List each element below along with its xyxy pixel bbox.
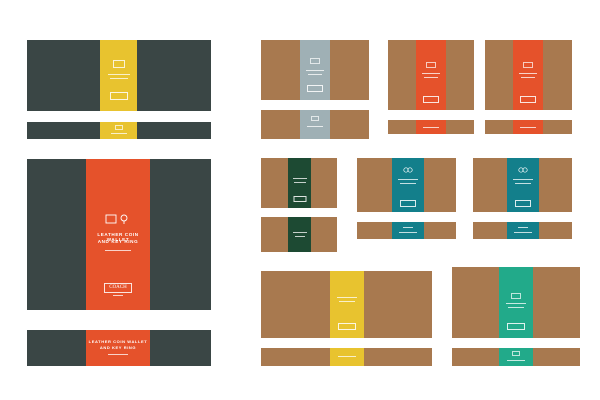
yellow-band xyxy=(330,348,364,366)
slate-lid-yellow xyxy=(27,122,211,139)
darkgreen-band xyxy=(288,217,311,252)
kraft-lid-teal-a xyxy=(357,222,456,239)
keyring-icon xyxy=(518,167,528,173)
greyblue-band xyxy=(300,40,330,100)
orange-band xyxy=(416,40,446,110)
kraft-box-teal-a xyxy=(357,158,456,212)
orange-band xyxy=(513,120,543,134)
orange-band xyxy=(513,40,543,110)
teal-band xyxy=(392,222,424,239)
slate-lid-orange-featured: LEATHER COIN WALLET AND KEY RING xyxy=(27,330,211,366)
kraft-lid-greyblue xyxy=(261,110,369,139)
greyblue-band xyxy=(300,110,330,139)
orange-band: LEATHER COIN WALLET AND KEY RING xyxy=(86,330,150,366)
slate-box-orange-featured: LEATHER COIN WALLET AND KEY RING COACH xyxy=(27,159,211,310)
coach-logo-small xyxy=(507,323,525,330)
coach-logo-small xyxy=(293,196,306,202)
kraft-lid-yellow xyxy=(261,348,432,366)
coach-logo: COACH xyxy=(104,283,132,293)
coach-logo-small xyxy=(520,96,536,103)
kraft-box-greyblue xyxy=(261,40,369,100)
product-icon xyxy=(311,116,319,121)
coach-logo-small xyxy=(307,85,323,92)
coach-logo-small xyxy=(400,200,416,207)
coach-logo-small xyxy=(515,200,531,207)
product-icon xyxy=(511,293,521,299)
kraft-box-teal-b xyxy=(473,158,572,212)
kraft-box-orange-b xyxy=(485,40,572,110)
kraft-lid-orange-a xyxy=(388,120,474,134)
kraft-box-darkgreen xyxy=(261,158,337,208)
product-icon xyxy=(523,62,533,68)
coach-logo-small xyxy=(338,323,356,330)
orange-band xyxy=(416,120,446,134)
emerald-band xyxy=(499,348,533,366)
kraft-lid-orange-b xyxy=(485,120,572,134)
teal-band xyxy=(507,158,539,212)
wallet-keyring-icon xyxy=(105,214,128,224)
product-icon xyxy=(426,62,436,68)
yellow-band xyxy=(100,40,137,111)
product-icon xyxy=(512,351,520,356)
kraft-lid-emerald xyxy=(452,348,580,366)
kraft-box-emerald xyxy=(452,267,580,338)
lid-title-line1: LEATHER COIN WALLET xyxy=(88,339,148,344)
darkgreen-band xyxy=(288,158,311,208)
coach-logo-small xyxy=(423,96,439,103)
yellow-band xyxy=(100,122,137,139)
orange-band: LEATHER COIN WALLET AND KEY RING COACH xyxy=(86,159,150,310)
kraft-box-orange-a xyxy=(388,40,474,110)
slate-box-yellow-top xyxy=(27,40,211,111)
emerald-band xyxy=(499,267,533,338)
keyring-icon xyxy=(403,167,413,173)
kraft-lid-teal-b xyxy=(473,222,572,239)
product-title-line2: AND KEY RING xyxy=(97,239,139,244)
lid-title-line2: AND KEY RING xyxy=(99,345,137,350)
kraft-box-yellow xyxy=(261,271,432,338)
wallet-icon xyxy=(112,60,125,68)
coach-logo-small xyxy=(109,92,128,100)
teal-band xyxy=(392,158,424,212)
teal-band xyxy=(507,222,539,239)
product-icon xyxy=(310,58,320,64)
wallet-icon xyxy=(114,125,123,130)
yellow-band xyxy=(330,271,364,338)
kraft-lid-darkgreen xyxy=(261,217,337,252)
